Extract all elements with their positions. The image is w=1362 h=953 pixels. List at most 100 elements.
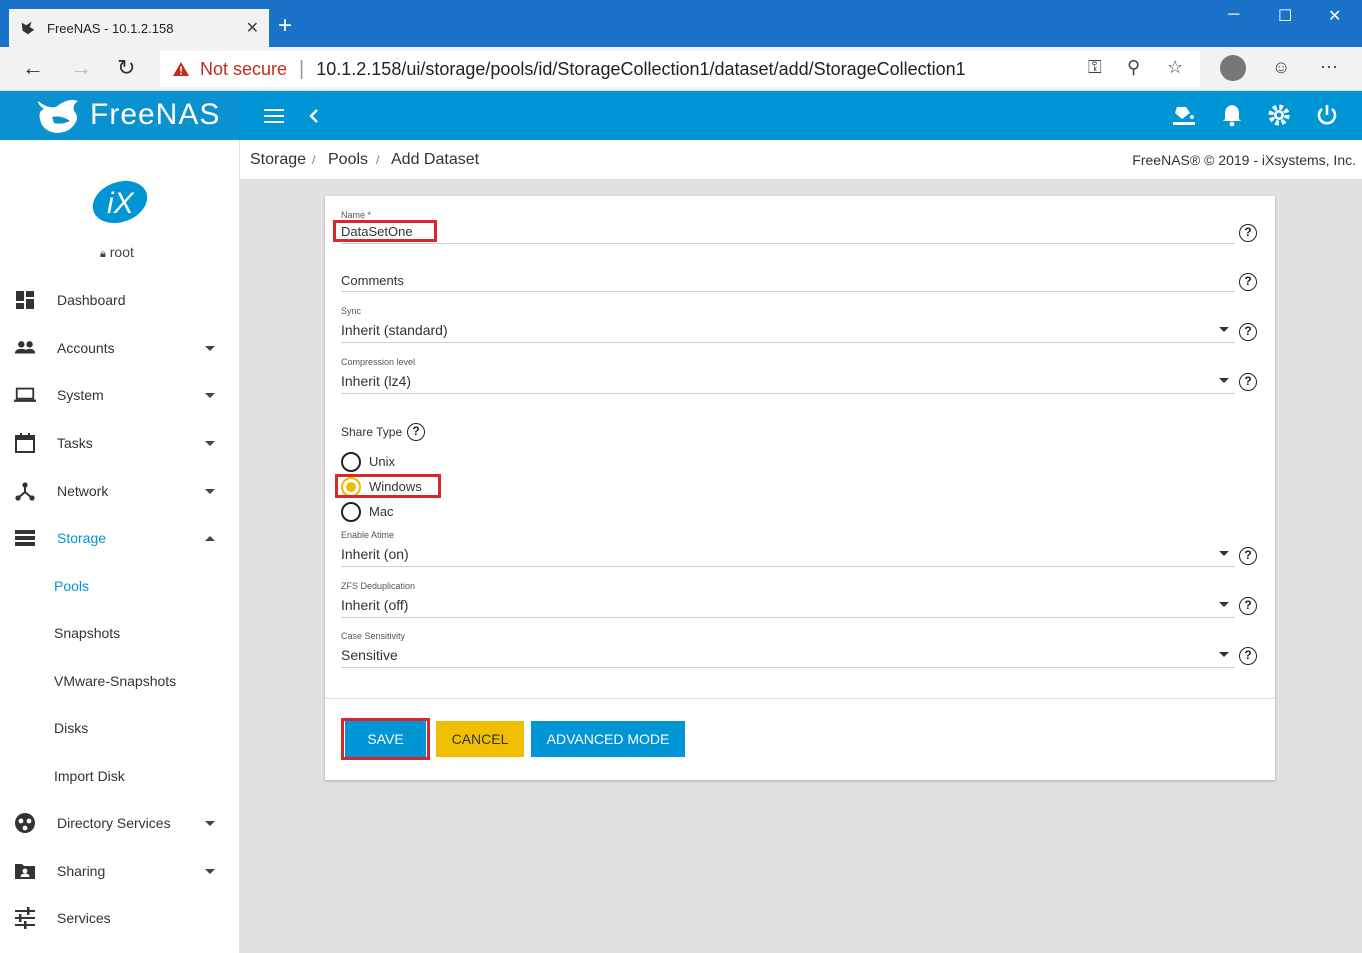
settings-gear-icon[interactable] (1267, 103, 1291, 127)
maximize-icon[interactable]: ☐ (1278, 6, 1292, 26)
sidebar-item-directory-services[interactable]: Directory Services (0, 803, 240, 843)
chevron-up-icon (205, 535, 215, 541)
atime-label: Enable Atime (341, 530, 395, 540)
case-sensitivity-select[interactable]: Case Sensitivity Sensitive (341, 631, 1235, 668)
help-icon[interactable]: ? (1239, 647, 1257, 665)
sidebar-item-label: Directory Services (57, 815, 171, 831)
sharing-icon (15, 864, 35, 879)
key-icon[interactable]: ⚿ (1088, 57, 1102, 78)
security-label[interactable]: Not secure (200, 59, 287, 80)
comments-placeholder: Comments (341, 273, 404, 288)
browser-tab[interactable]: FreeNAS - 10.1.2.158 ✕ (9, 9, 269, 47)
directory-services-icon (15, 813, 35, 833)
breadcrumb: Storage / Pools / Add Dataset FreeNAS® ©… (240, 140, 1362, 180)
notifications-bell-icon[interactable] (1221, 103, 1243, 127)
lock-icon: 🔒︎ (100, 248, 106, 260)
help-icon[interactable]: ? (407, 423, 425, 441)
zoom-icon[interactable]: ⚲ (1127, 57, 1140, 78)
sidebar-item-tasks[interactable]: Tasks (0, 423, 240, 463)
chevron-down-icon (205, 820, 215, 826)
collapse-chevron-icon[interactable] (308, 108, 320, 124)
feedback-smiley-icon[interactable]: ☺ (1272, 57, 1290, 78)
sidebar-subitem-import-disk[interactable]: Import Disk (54, 768, 125, 784)
help-icon[interactable]: ? (1239, 373, 1257, 391)
advanced-mode-button[interactable]: ADVANCED MODE (531, 721, 685, 757)
help-icon[interactable]: ? (1239, 273, 1257, 291)
svg-text:iX: iX (107, 187, 135, 220)
sidebar-subitem-disks[interactable]: Disks (54, 720, 88, 736)
sidebar-item-storage[interactable]: Storage (0, 518, 240, 558)
main-content: Storage / Pools / Add Dataset FreeNAS® ©… (240, 140, 1362, 953)
sidebar-item-label: Network (57, 483, 109, 499)
case-sensitivity-value: Sensitive (341, 647, 398, 663)
sidebar-item-system[interactable]: System (0, 375, 240, 415)
sidebar-item-label: Dashboard (57, 292, 126, 308)
url-separator: | (299, 57, 305, 80)
sidebar-subitem-pools[interactable]: Pools (54, 578, 89, 594)
atime-value: Inherit (on) (341, 546, 409, 562)
sync-value: Inherit (standard) (341, 322, 448, 338)
radio-unix[interactable] (341, 452, 361, 472)
sidebar-item-label: Sharing (57, 863, 106, 879)
sidebar-item-accounts[interactable]: Accounts (0, 328, 240, 368)
system-icon (14, 387, 36, 402)
more-menu-icon[interactable]: ⋯ (1320, 57, 1338, 78)
help-icon[interactable]: ? (1239, 547, 1257, 565)
sidebar-item-dashboard[interactable]: Dashboard (0, 280, 240, 320)
help-icon[interactable]: ? (1239, 224, 1257, 242)
compression-select[interactable]: Compression level Inherit (lz4) (341, 357, 1235, 394)
minimize-icon[interactable]: ─ (1228, 6, 1239, 24)
services-icon (15, 907, 35, 929)
atime-select[interactable]: Enable Atime Inherit (on) (341, 530, 1235, 567)
chevron-down-icon (205, 440, 215, 446)
theme-bucket-icon[interactable] (1172, 103, 1196, 127)
ixsystems-logo-icon: iX (92, 180, 148, 224)
breadcrumb-separator: / (312, 153, 316, 167)
sidebar-item-label: Accounts (57, 340, 115, 356)
highlight-windows-box (335, 474, 441, 498)
chevron-down-icon (205, 488, 215, 494)
tasks-icon (15, 433, 35, 453)
refresh-icon[interactable]: ↻ (117, 55, 135, 81)
share-type-label: Share Type (341, 425, 403, 439)
name-field[interactable]: Name * DataSetOne (341, 210, 1235, 244)
power-icon[interactable] (1315, 103, 1339, 127)
forward-icon[interactable]: → (70, 55, 92, 81)
sidebar-subitem-vmware-snapshots[interactable]: VMware-Snapshots (54, 673, 176, 689)
save-button[interactable]: SAVE (345, 721, 426, 757)
back-icon[interactable]: ← (22, 55, 44, 81)
chevron-down-icon (1219, 602, 1229, 607)
help-icon[interactable]: ? (1239, 597, 1257, 615)
chevron-down-icon (1219, 378, 1229, 383)
compression-label: Compression level (341, 357, 416, 367)
storage-icon (15, 530, 35, 546)
window-close-icon[interactable]: ✕ (1328, 6, 1341, 26)
sidebar-item-network[interactable]: Network (0, 471, 240, 511)
freenas-logo-icon (38, 99, 78, 133)
new-tab-icon[interactable]: + (278, 12, 292, 40)
dashboard-icon (16, 291, 34, 309)
chevron-down-icon (205, 868, 215, 874)
radio-mac[interactable] (341, 502, 361, 522)
favorite-star-icon[interactable]: ☆ (1167, 57, 1183, 78)
sync-select[interactable]: Sync Inherit (standard) (341, 306, 1235, 343)
tab-close-icon[interactable]: ✕ (246, 18, 259, 38)
dedup-value: Inherit (off) (341, 597, 409, 613)
url-text[interactable]: 10.1.2.158/ui/storage/pools/id/StorageCo… (316, 59, 965, 80)
chevron-down-icon (205, 392, 215, 398)
breadcrumb-pools[interactable]: Pools (328, 151, 368, 169)
url-field[interactable]: Not secure | 10.1.2.158/ui/storage/pools… (160, 51, 1200, 87)
comments-field[interactable]: Comments (341, 272, 1235, 292)
app-logo-text: FreeNAS (90, 98, 221, 131)
sidebar-subitem-snapshots[interactable]: Snapshots (54, 625, 120, 641)
browser-tab-bar: FreeNAS - 10.1.2.158 ✕ + ─ ☐ ✕ (0, 0, 1362, 47)
sidebar-item-sharing[interactable]: Sharing (0, 851, 240, 891)
breadcrumb-storage[interactable]: Storage (250, 151, 306, 169)
freenas-favicon-icon (21, 21, 35, 35)
profile-avatar[interactable] (1220, 55, 1246, 81)
hamburger-menu-icon[interactable] (264, 108, 284, 124)
sidebar-item-services[interactable]: Services (0, 898, 240, 938)
cancel-button[interactable]: CANCEL (436, 721, 524, 757)
help-icon[interactable]: ? (1239, 323, 1257, 341)
dedup-select[interactable]: ZFS Deduplication Inherit (off) (341, 581, 1235, 618)
